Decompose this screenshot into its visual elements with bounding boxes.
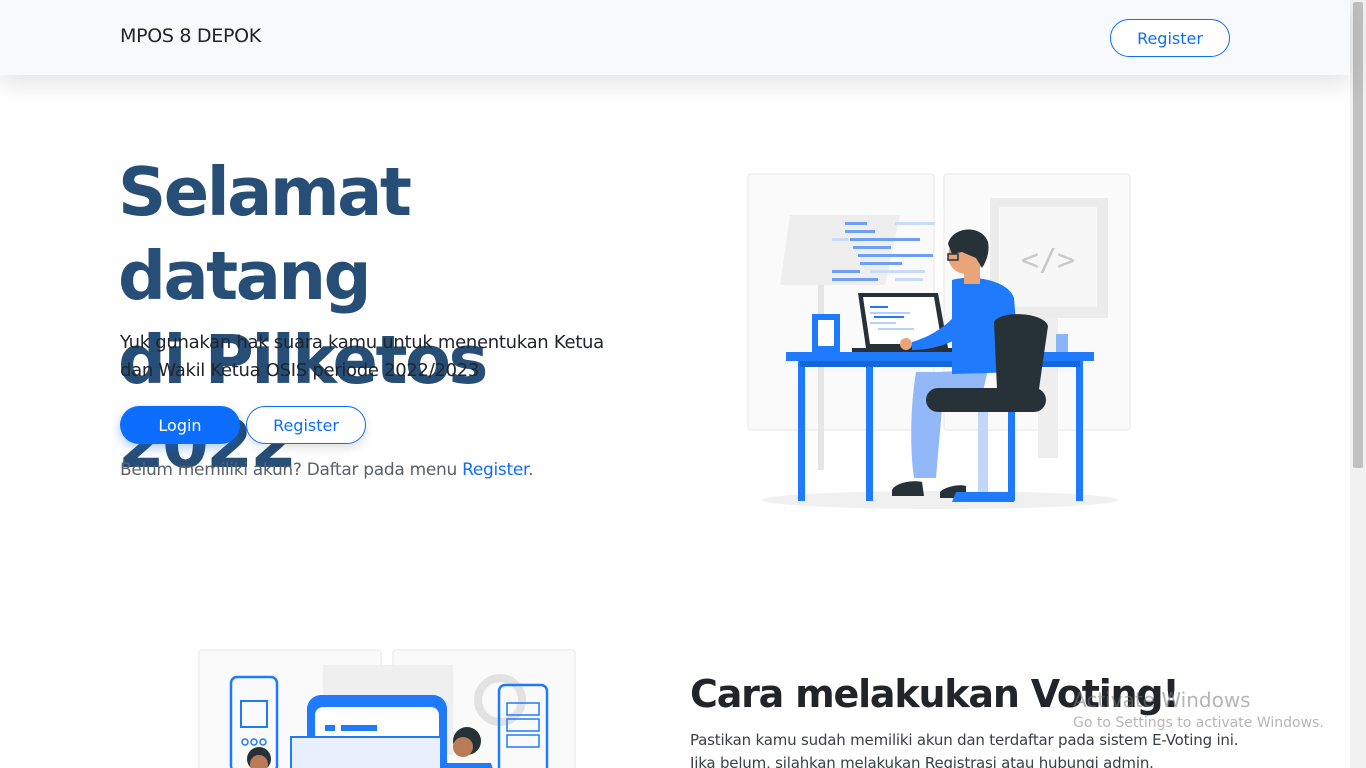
hero-title-line1: Selamat datang [118,153,412,315]
windows-activation-watermark: Activate Windows Go to Settings to activ… [1073,688,1324,731]
register-button[interactable]: Register [246,406,366,444]
watermark-subtitle: Go to Settings to activate Windows. [1073,715,1324,731]
navbar: MPOS 8 DEPOK Register [0,0,1350,75]
hero-subtitle: Yuk gunakan hak suara kamu untuk menentu… [120,332,604,381]
nav-register-button[interactable]: Register [1110,19,1230,57]
register-hint-suffix: . [528,460,534,480]
login-button[interactable]: Login [120,406,240,444]
scrollbar[interactable] [1350,0,1366,768]
brand-logo[interactable]: MPOS 8 DEPOK [120,25,261,47]
watermark-title: Activate Windows [1073,688,1251,712]
scrollbar-thumb[interactable] [1353,2,1363,468]
app-design-illustration [198,649,576,768]
voting-section-text: Pastikan kamu sudah memiliki akun dan te… [690,731,1239,768]
register-link[interactable]: Register [462,460,528,480]
code-sign-icon: </> [1021,243,1075,278]
developer-illustration: </> [747,173,1131,509]
register-hint-text: Belum memiliki akun? Daftar pada menu [120,460,463,480]
register-hint: Belum memiliki akun? Daftar pada menu Re… [120,460,534,480]
